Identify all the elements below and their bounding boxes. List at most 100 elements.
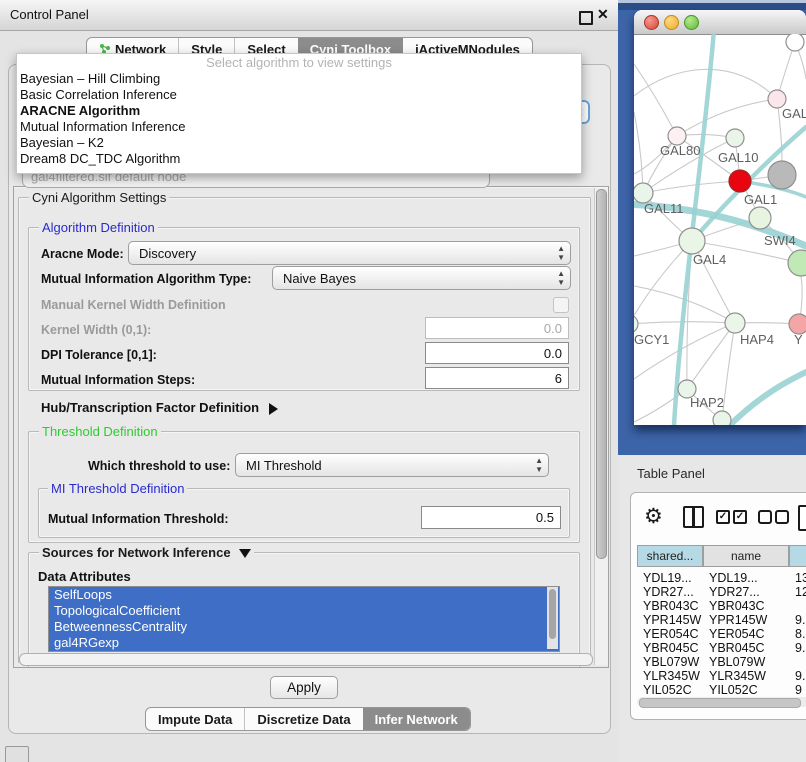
table-cell[interactable]: YLR345W: [709, 669, 787, 683]
table-cell[interactable]: 9.: [795, 613, 806, 627]
select-all-checkbox-icon-2[interactable]: ✓: [733, 510, 747, 524]
network-node[interactable]: [634, 315, 638, 333]
network-node[interactable]: [786, 34, 804, 51]
table-cell[interactable]: 9: [795, 683, 806, 697]
table-cell[interactable]: 9.: [795, 669, 806, 683]
table-cell[interactable]: YBL079W: [709, 655, 787, 669]
table-cell[interactable]: YER054C: [643, 627, 701, 641]
network-node[interactable]: [634, 183, 653, 203]
network-node[interactable]: [729, 170, 751, 192]
table-cell[interactable]: 9.: [795, 641, 806, 655]
network-node-label: GAL: [782, 106, 806, 121]
network-node[interactable]: [789, 314, 806, 334]
table-cell[interactable]: 13: [795, 571, 806, 585]
attribute-item-gal4rgexp[interactable]: gal4RGexp: [49, 635, 559, 651]
apply-button[interactable]: Apply: [270, 676, 338, 699]
table-column-header-name[interactable]: name: [703, 545, 789, 567]
attribute-item-topologicalcoefficient[interactable]: TopologicalCoefficient: [49, 603, 559, 619]
network-window: GALGAL80GAL10GAL1GAL11SWI4GAL4GCY1HAP4YH…: [634, 10, 806, 425]
dropdown-item-aracne-algorithm[interactable]: ARACNE Algorithm: [17, 103, 581, 119]
bottom-tab-infer-network[interactable]: Infer Network: [363, 708, 470, 730]
mi-threshold-label: Mutual Information Threshold:: [48, 512, 229, 526]
float-window-icon[interactable]: [579, 11, 593, 25]
table-cell[interactable]: YDR27...: [709, 585, 787, 599]
bottom-tab-discretize-data[interactable]: Discretize Data: [244, 708, 362, 730]
table-horizontal-scrollbar[interactable]: [637, 697, 806, 707]
table-cell[interactable]: YER054C: [709, 627, 787, 641]
table-cell[interactable]: YBR043C: [643, 599, 701, 613]
data-attributes-list[interactable]: SelfLoopsTopologicalCoefficientBetweenne…: [48, 586, 560, 652]
dropdown-item-dream8-dc-tdc-algorithm[interactable]: Dream8 DC_TDC Algorithm: [17, 151, 581, 167]
table-cell[interactable]: YDL19...: [709, 571, 787, 585]
close-icon[interactable]: ✕: [597, 6, 609, 23]
table-panel: ⚙ ✓ ✓ shared...name YDL19... YDL19... 13 YD…: [630, 492, 806, 720]
new-table-icon[interactable]: [798, 505, 806, 531]
network-node[interactable]: [768, 161, 796, 189]
network-window-titlebar[interactable]: [634, 10, 806, 35]
table-cell[interactable]: 12: [795, 585, 806, 599]
table-settings-gear-icon[interactable]: ⚙: [644, 506, 663, 527]
network-edge-thick: [730, 372, 806, 425]
aracne-mode-value: Discovery: [139, 246, 196, 261]
table-cell[interactable]: YBL079W: [643, 655, 701, 669]
network-node[interactable]: [679, 228, 705, 254]
settings-horizontal-scrollbar[interactable]: [19, 653, 593, 666]
network-canvas[interactable]: GALGAL80GAL10GAL1GAL11SWI4GAL4GCY1HAP4YH…: [634, 34, 806, 425]
dropdown-item-basic-correlation-inference[interactable]: Basic Correlation Inference: [17, 87, 581, 103]
table-column-header-shared...[interactable]: shared...: [637, 545, 703, 567]
table-cell[interactable]: YDL19...: [643, 571, 701, 585]
split-columns-icon[interactable]: [683, 506, 704, 528]
settings-scroll-thumb[interactable]: [596, 189, 607, 559]
table-column-header-cut[interactable]: [789, 545, 806, 567]
table-cell[interactable]: YLR345W: [643, 669, 701, 683]
dpi-tolerance-field[interactable]: 0.0: [425, 342, 569, 364]
table-cell[interactable]: [795, 655, 806, 669]
table-cell[interactable]: 8.: [795, 627, 806, 641]
bottom-tab-impute-data[interactable]: Impute Data: [146, 708, 244, 730]
table-cell[interactable]: YBR045C: [643, 641, 701, 655]
dropdown-item-bayesian-k2[interactable]: Bayesian – K2: [17, 135, 581, 151]
sources-toggle[interactable]: Sources for Network Inference: [39, 545, 254, 560]
attribute-item-selfloops[interactable]: SelfLoops: [49, 587, 559, 603]
network-node-label: GAL4: [693, 252, 726, 267]
mi-steps-field[interactable]: 6: [425, 367, 569, 389]
sources-title: Sources for Network Inference: [42, 545, 231, 560]
attribute-item-betweennesscentrality[interactable]: BetweennessCentrality: [49, 619, 559, 635]
aracne-mode-combo[interactable]: Discovery▲▼: [128, 241, 571, 265]
mi-type-combo[interactable]: Naive Bayes▲▼: [272, 266, 571, 290]
network-node-label: GAL10: [718, 150, 758, 165]
kernel-width-field[interactable]: 0.0: [425, 317, 569, 339]
network-node[interactable]: [725, 313, 745, 333]
network-node[interactable]: [788, 250, 806, 276]
dropdown-item-mutual-information-inference[interactable]: Mutual Information Inference: [17, 119, 581, 135]
table-cell[interactable]: YIL052C: [643, 683, 701, 697]
attr-list-scrollbar[interactable]: [547, 587, 558, 649]
table-cell[interactable]: YBR043C: [709, 599, 787, 613]
bottom-left-cut-button[interactable]: [5, 746, 29, 762]
network-node[interactable]: [713, 411, 731, 425]
select-all-checkbox-icon[interactable]: ✓: [716, 510, 730, 524]
table-cell[interactable]: YIL052C: [709, 683, 787, 697]
table-cell[interactable]: YBR045C: [709, 641, 787, 655]
bottom-tabbar: Impute DataDiscretize Data Infer Network: [145, 707, 471, 731]
deselect-checkbox-icon-2[interactable]: [775, 510, 789, 524]
table-cell[interactable]: YPR145W: [643, 613, 701, 627]
bottom-tab-label: Infer Network: [375, 712, 458, 727]
minimize-traffic-light[interactable]: [664, 15, 679, 30]
deselect-checkbox-icon[interactable]: [758, 510, 772, 524]
network-node[interactable]: [749, 207, 771, 229]
zoom-traffic-light[interactable]: [684, 15, 699, 30]
network-node[interactable]: [726, 129, 744, 147]
table-cell[interactable]: YDR27...: [643, 585, 701, 599]
table-cell[interactable]: YPR145W: [709, 613, 787, 627]
network-edge: [634, 64, 677, 136]
close-traffic-light[interactable]: [644, 15, 659, 30]
hub-definition-toggle[interactable]: Hub/Transcription Factor Definition: [41, 400, 278, 415]
mi-threshold-field[interactable]: 0.5: [421, 506, 561, 529]
manual-kernel-checkbox[interactable]: [553, 297, 569, 313]
network-node-label: HAP2: [690, 395, 724, 410]
kernel-width-label: Kernel Width (0,1):: [41, 323, 151, 337]
dropdown-item-bayesian-hill-climbing[interactable]: Bayesian – Hill Climbing: [17, 71, 581, 87]
table-cell[interactable]: [795, 599, 806, 613]
which-threshold-combo[interactable]: MI Threshold▲▼: [235, 453, 549, 477]
